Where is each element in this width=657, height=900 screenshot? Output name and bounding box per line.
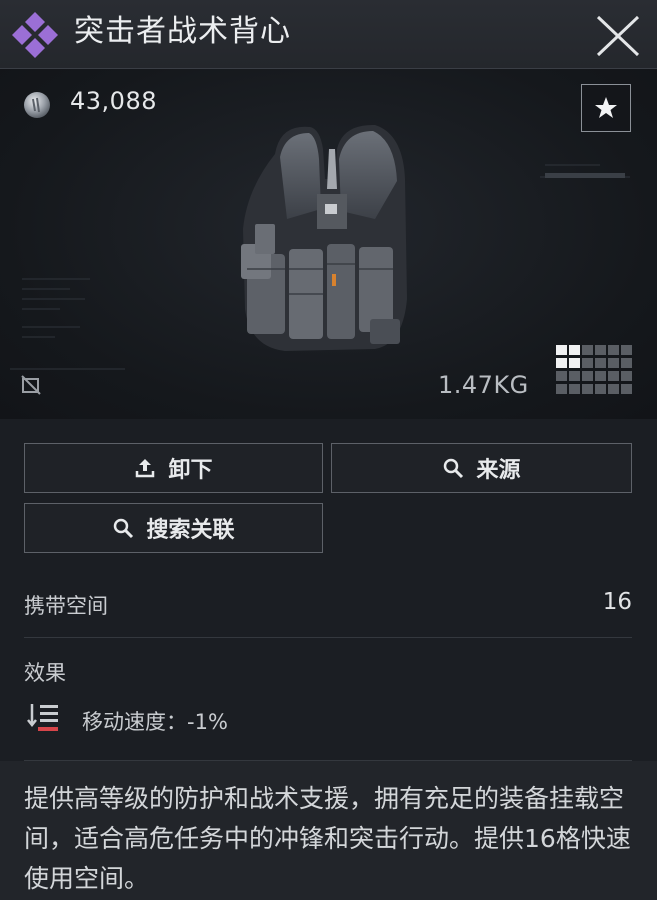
effect-label: 效果	[24, 661, 66, 685]
close-icon[interactable]	[594, 14, 642, 58]
unequip-label: 卸下	[168, 458, 213, 483]
item-preview: 43,088 1.47KG	[0, 69, 657, 419]
item-price: 43,088	[70, 87, 157, 115]
search-related-label: 搜索关联	[146, 518, 235, 543]
item-title: 突击者战术背心	[74, 14, 291, 49]
item-weight: 1.47KG	[438, 371, 529, 399]
search-icon	[114, 518, 134, 539]
speed-down-icon	[27, 704, 58, 731]
favorite-button[interactable]	[581, 84, 631, 132]
tactical-vest-image	[241, 124, 407, 351]
image-off-icon	[21, 375, 41, 395]
title-bar: 突击者战术背心	[0, 0, 657, 69]
coin-icon	[24, 92, 50, 118]
effect-text: 移动速度：-1%	[82, 710, 228, 734]
source-button[interactable]: 来源	[331, 443, 632, 493]
search-icon	[444, 458, 464, 479]
description-panel: 提供高等级的防护和战术支援，拥有充足的装备挂载空间，适合高危任务中的冲锋和突击行…	[0, 761, 657, 900]
divider	[24, 637, 632, 638]
capacity-value: 16	[602, 589, 632, 615]
upload-icon	[136, 459, 155, 478]
star-icon	[595, 97, 617, 118]
item-description: 提供高等级的防护和战术支援，拥有充足的装备挂载空间，适合高危任务中的冲锋和突击行…	[24, 784, 631, 893]
unequip-button[interactable]: 卸下	[24, 443, 323, 493]
rarity-diamond-icon	[12, 12, 58, 58]
grid-size-icon	[556, 345, 632, 394]
search-related-button[interactable]: 搜索关联	[24, 503, 323, 553]
source-label: 来源	[476, 458, 521, 483]
capacity-label: 携带空间	[24, 594, 108, 618]
